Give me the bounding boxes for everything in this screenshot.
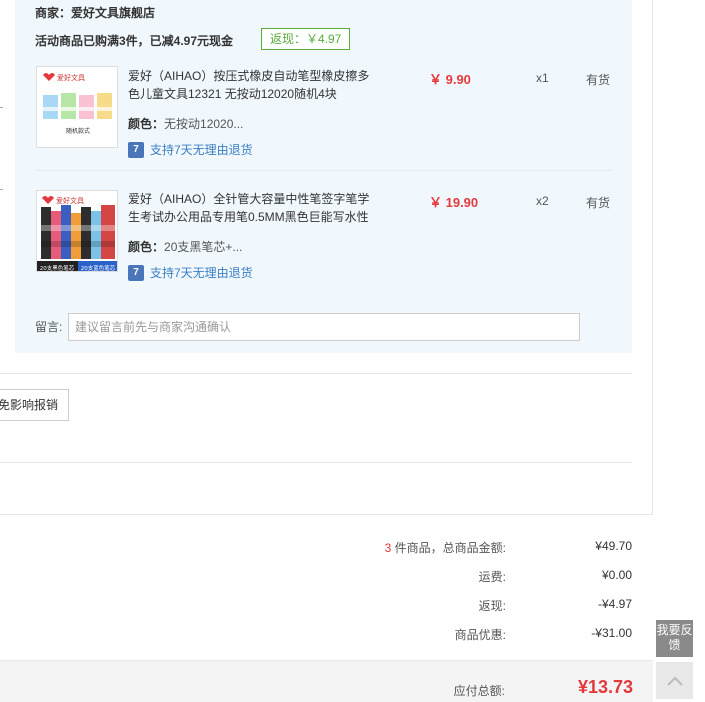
feedback-button[interactable]: 我要反馈 (656, 620, 693, 657)
back-to-top-button[interactable] (656, 662, 693, 699)
summary-cashback: 返现: -¥4.97 (0, 597, 640, 617)
return-policy[interactable]: 7 支持7天无理由退货 (128, 141, 253, 158)
message-input[interactable] (68, 313, 580, 341)
left-divider-tick (0, 189, 3, 190)
content-border (652, 0, 653, 514)
thumb-caption-blue: 20支蓝色笔芯 (81, 264, 116, 272)
order-checkout-page: 商家：爱好文具旗舰店 活动商品已购满3件，已减4.97元现金 返现：￥4.97 … (0, 0, 705, 702)
goods-total-label: 3 件商品，总商品金额: (385, 539, 506, 556)
thumb-caption-black: 20支黑色笔芯 (40, 264, 75, 272)
summary-discount: 商品优惠: -¥31.00 (0, 626, 640, 646)
payable-value: ¥13.73 (577, 677, 633, 697)
goods-total-value: ¥49.70 (595, 539, 632, 553)
section-divider (0, 373, 632, 374)
product-thumbnail[interactable]: 爱好文具 20支黑色笔芯 20支蓝色笔芯 (36, 190, 118, 272)
summary-shipping: 运费: ¥0.00 (0, 568, 640, 588)
stock-status: 有货 (586, 196, 611, 210)
payable-label: 应付总额: (453, 684, 505, 698)
cashback-label: 返现: (478, 599, 506, 613)
seven-day-return-icon: 7 (128, 141, 144, 158)
product-price: ￥ 19.90 (429, 195, 479, 210)
thumb-caption: 随机款式 (66, 127, 90, 135)
discount-value: -¥31.00 (591, 626, 632, 640)
left-divider-tick (0, 107, 3, 108)
product-variant: 颜色：20支黑笔芯+... (128, 238, 242, 255)
variant-label: 颜色： (128, 240, 165, 254)
section-divider (0, 462, 632, 463)
chevron-up-icon (666, 676, 683, 686)
product-quantity: x2 (536, 194, 549, 208)
return-policy[interactable]: 7 支持7天无理由退货 (128, 264, 253, 281)
shop-order-block: 商家：爱好文具旗舰店 活动商品已购满3件，已减4.97元现金 返现：￥4.97 … (15, 0, 632, 353)
variant-value: 20支黑笔芯+... (164, 240, 243, 254)
summary-goods-total: 3 件商品，总商品金额: ¥49.70 (0, 539, 640, 559)
invoice-button[interactable]: 免影响报销 (0, 389, 70, 421)
pen-product-image: 爱好文具 20支黑色笔芯 20支蓝色笔芯 (37, 191, 117, 272)
goods-total-text: 件商品，总商品金额: (391, 541, 506, 555)
discount-label: 商品优惠: (454, 628, 506, 642)
summary-divider (0, 514, 653, 515)
shipping-value: ¥0.00 (601, 568, 632, 582)
item-divider (35, 170, 612, 171)
shipping-label: 运费: (478, 570, 506, 584)
cashback-value: -¥4.97 (597, 597, 632, 611)
return-policy-label: 支持7天无理由退货 (150, 143, 253, 157)
message-label: 留言: (35, 320, 63, 334)
order-item: 爱好文具 20支黑色笔芯 20支蓝色笔芯 爱好（AIHAO）全针管大容量中性笔签… (15, 0, 632, 281)
seven-day-return-icon: 7 (128, 264, 144, 281)
product-title[interactable]: 爱好（AIHAO）全针管大容量中性笔签字笔学生考试办公用品专用笔0.5MM黑色巨… (128, 190, 373, 226)
payable-total-bar: 应付总额: ¥13.73 (0, 660, 653, 702)
return-policy-label: 支持7天无理由退货 (150, 266, 253, 280)
thumb-brand-text: 爱好文具 (56, 196, 84, 205)
